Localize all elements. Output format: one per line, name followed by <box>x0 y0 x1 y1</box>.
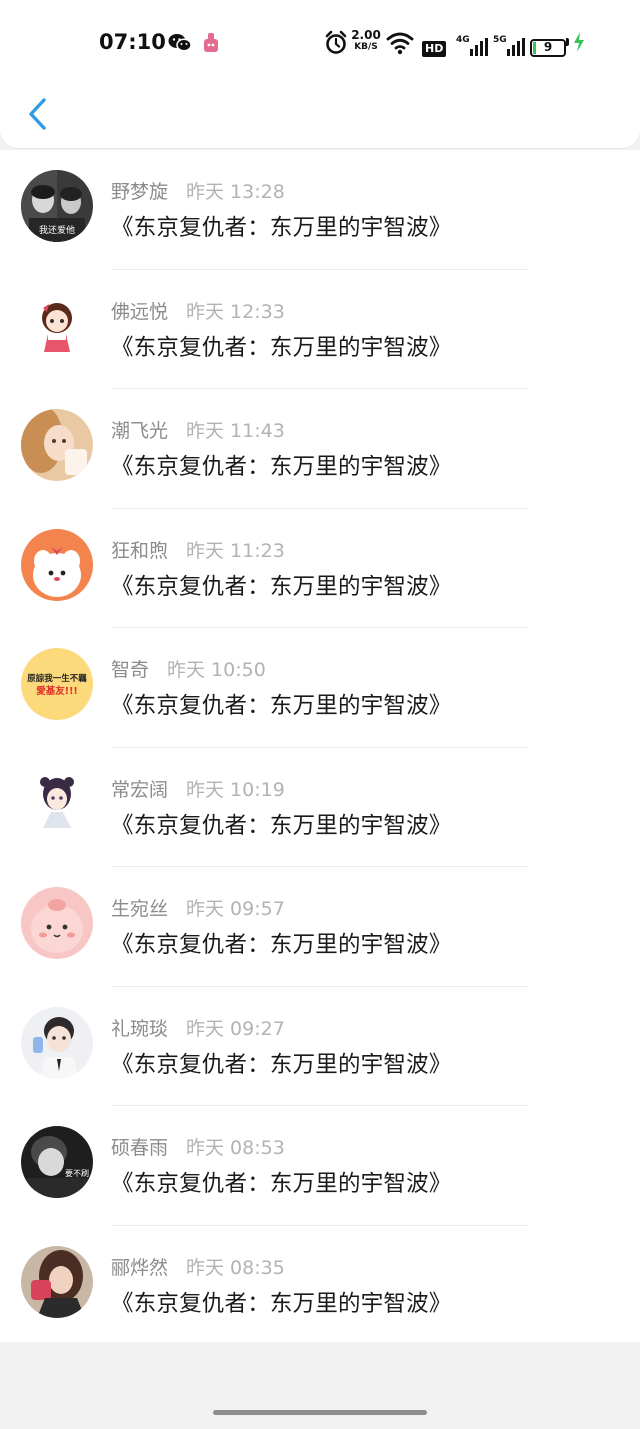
avatar[interactable]: 我还爱他 <box>21 170 93 242</box>
comment-time: 昨天 11:43 <box>186 420 285 442</box>
wechat-icon <box>168 34 192 52</box>
comment-list: 我还爱他 野梦旋 昨天 13:28 《东京复仇者：东万里的宇智波》 佛远悦 昨天 1… <box>0 150 640 1342</box>
signal-5g-label: 5G <box>493 35 507 45</box>
book-title[interactable]: 《东京复仇者：东万里的宇智波》 <box>111 1286 452 1318</box>
list-item[interactable]: 生宛丝 昨天 09:57 《东京复仇者：东万里的宇智波》 <box>0 867 640 987</box>
book-title[interactable]: 《东京复仇者：东万里的宇智波》 <box>111 330 452 362</box>
user-name: 狂和煦 昨天 11:23 <box>111 539 285 562</box>
charging-icon <box>574 32 584 52</box>
app-header <box>0 82 640 148</box>
user-name: 礼琬琰 昨天 09:27 <box>111 1017 285 1040</box>
list-item[interactable]: 郦烨然 昨天 08:35 《东京复仇者：东万里的宇智波》 <box>0 1226 640 1346</box>
comment-time: 昨天 13:28 <box>186 181 285 203</box>
avatar[interactable] <box>21 767 93 840</box>
list-item[interactable]: 要不刷 硕春雨 昨天 08:53 《东京复仇者：东万里的宇智波》 <box>0 1106 640 1226</box>
chevron-left-icon <box>29 98 46 130</box>
avatar[interactable] <box>21 528 93 601</box>
comment-time: 昨天 08:53 <box>186 1137 285 1159</box>
book-title[interactable]: 《东京复仇者：东万里的宇智波》 <box>111 449 452 481</box>
comment-time: 昨天 12:33 <box>186 300 285 323</box>
avatar[interactable]: 要不刷 <box>21 1126 93 1198</box>
book-title[interactable]: 《东京复仇者：东万里的宇智波》 <box>111 1166 452 1198</box>
user-name: 野梦旋 昨天 13:28 <box>111 181 285 203</box>
book-title[interactable]: 《东京复仇者：东万里的宇智波》 <box>111 210 452 242</box>
hd-icon: HD <box>422 34 447 64</box>
status-time: 07:10 <box>99 30 166 54</box>
back-button[interactable] <box>18 94 58 134</box>
avatar[interactable] <box>21 1245 93 1318</box>
avatar[interactable]: 原諒我一生不羈 愛基友!!! <box>21 648 93 720</box>
app-notification-icon <box>204 33 218 52</box>
bottom-area <box>0 1342 640 1429</box>
user-name: 潮飞光 昨天 11:43 <box>111 420 285 442</box>
avatar[interactable] <box>21 887 93 959</box>
avatar-text: 要不刷 <box>65 1169 89 1178</box>
list-item[interactable]: 潮飞光 昨天 11:43 《东京复仇者：东万里的宇智波》 <box>0 389 640 509</box>
list-item[interactable]: 原諒我一生不羈 愛基友!!! 智奇 昨天 10:50 《东京复仇者：东万里的宇智波… <box>0 628 640 748</box>
network-speed-value: 2.00 <box>351 28 381 42</box>
book-title[interactable]: 《东京复仇者：东万里的宇智波》 <box>111 1047 452 1079</box>
alarm-icon <box>325 30 347 54</box>
book-title[interactable]: 《东京复仇者：东万里的宇智波》 <box>111 688 452 720</box>
user-name: 常宏阔 昨天 10:19 <box>111 778 285 801</box>
comment-time: 昨天 11:23 <box>186 539 285 562</box>
user-name: 智奇 昨天 10:50 <box>111 659 266 681</box>
list-item[interactable]: 佛远悦 昨天 12:33 《东京复仇者：东万里的宇智波》 <box>0 270 640 389</box>
signal-4g-label: 4G <box>456 35 470 45</box>
avatar-text: 原諒我一生不羈 <box>27 673 87 684</box>
avatar-text: 我还爱他 <box>39 224 75 236</box>
status-bar: 07:10 2.00 KB/S HD 4G 5G 9 <box>0 0 640 82</box>
avatar[interactable] <box>21 289 93 362</box>
user-name: 佛远悦 昨天 12:33 <box>111 300 285 323</box>
battery-icon: 9 <box>530 32 584 63</box>
list-item[interactable]: 常宏阔 昨天 10:19 《东京复仇者：东万里的宇智波》 <box>0 748 640 867</box>
user-name: 生宛丝 昨天 09:57 <box>111 898 285 920</box>
network-speed: 2.00 KB/S <box>350 29 382 53</box>
comment-time: 昨天 10:50 <box>167 659 266 681</box>
hd-label: HD <box>422 41 447 57</box>
list-item[interactable]: 我还爱他 野梦旋 昨天 13:28 《东京复仇者：东万里的宇智波》 <box>0 150 640 270</box>
user-name: 郦烨然 昨天 08:35 <box>111 1256 285 1279</box>
network-speed-unit: KB/S <box>354 42 378 52</box>
avatar[interactable] <box>21 409 93 481</box>
home-indicator[interactable] <box>213 1410 427 1415</box>
book-title[interactable]: 《东京复仇者：东万里的宇智波》 <box>111 569 452 601</box>
list-item[interactable]: 礼琬琰 昨天 09:27 《东京复仇者：东万里的宇智波》 <box>0 987 640 1106</box>
comment-time: 昨天 10:19 <box>186 778 285 801</box>
book-title[interactable]: 《东京复仇者：东万里的宇智波》 <box>111 927 452 959</box>
signal-5g-icon: 5G <box>493 32 525 62</box>
signal-bars-icon <box>506 38 525 56</box>
comment-time: 昨天 09:27 <box>186 1017 285 1040</box>
user-name: 硕春雨 昨天 08:53 <box>111 1137 285 1159</box>
book-title[interactable]: 《东京复仇者：东万里的宇智波》 <box>111 808 452 840</box>
comment-time: 昨天 09:57 <box>186 898 285 920</box>
signal-4g-icon: 4G <box>456 32 488 62</box>
wifi-icon <box>386 32 414 55</box>
avatar[interactable] <box>21 1006 93 1079</box>
signal-bars-icon <box>469 38 488 56</box>
comment-time: 昨天 08:35 <box>186 1256 285 1279</box>
avatar-text: 愛基友!!! <box>36 685 78 697</box>
battery-level: 9 <box>543 40 553 54</box>
list-item[interactable]: 狂和煦 昨天 11:23 《东京复仇者：东万里的宇智波》 <box>0 509 640 628</box>
